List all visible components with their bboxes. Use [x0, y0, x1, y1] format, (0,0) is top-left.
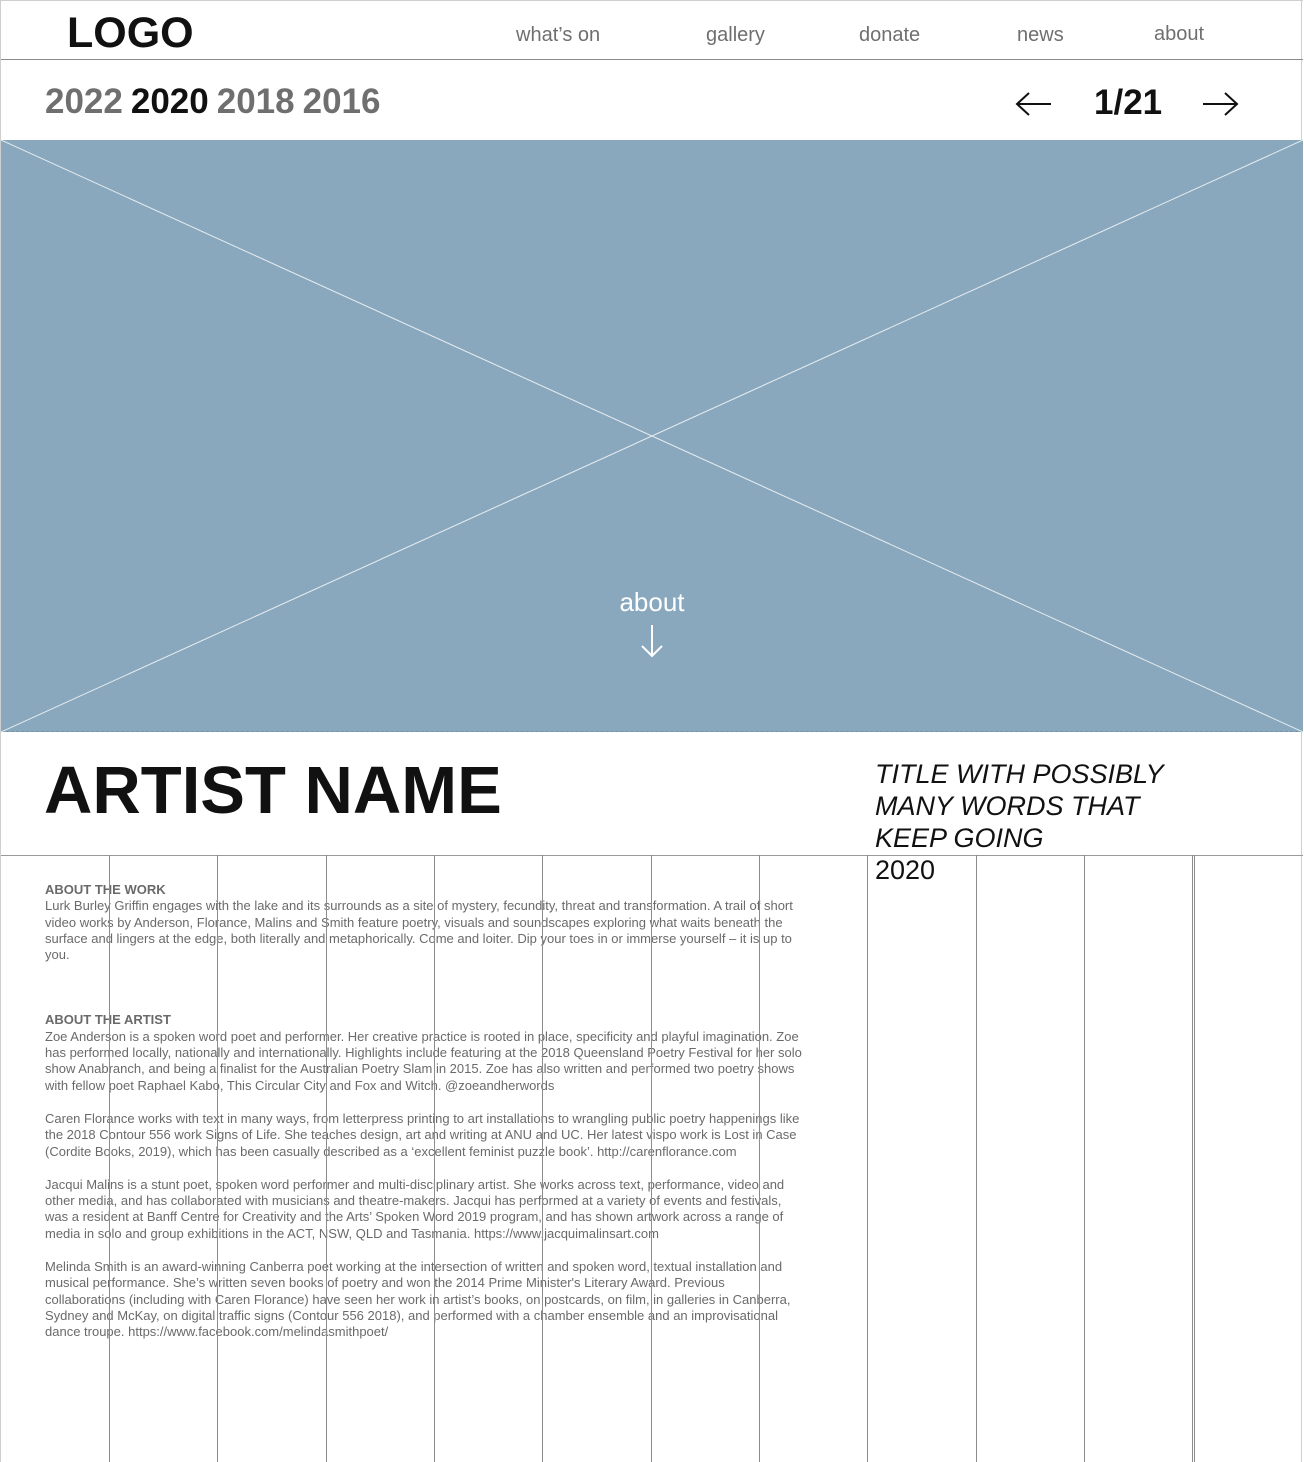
- about-work-text: Lurk Burley Griffin engages with the lak…: [45, 898, 793, 963]
- nav-item-about[interactable]: about: [1154, 23, 1204, 46]
- year-2022[interactable]: 2022: [45, 82, 123, 121]
- arrow-right-icon[interactable]: [1201, 90, 1239, 118]
- grid-column-line: [651, 855, 652, 1462]
- grid-column-line: [217, 855, 218, 1462]
- top-nav: LOGO what’s on gallery donate news about: [1, 0, 1303, 60]
- nav-item-donate[interactable]: donate: [859, 24, 920, 47]
- artist-bio-melinda-smith: Melinda Smith is an award-winning Canber…: [45, 1259, 791, 1340]
- logo[interactable]: LOGO: [67, 9, 194, 58]
- page-frame: LOGO what’s on gallery donate news about…: [0, 0, 1303, 1462]
- hero-image-placeholder: about: [1, 140, 1303, 732]
- year-2016[interactable]: 2016: [303, 82, 381, 121]
- artist-details: ABOUT THE WORK Lurk Burley Griffin engag…: [45, 882, 805, 1341]
- grid-column-line: [542, 855, 543, 1462]
- artist-bio-zoe-anderson: Zoe Anderson is a spoken word poet and p…: [45, 1028, 802, 1093]
- nav-item-news[interactable]: news: [1017, 24, 1064, 47]
- grid-column-line: [1192, 855, 1193, 1462]
- grid-column-line: [1194, 855, 1195, 1462]
- grid-column-line: [434, 855, 435, 1462]
- grid-column-line: [976, 855, 977, 1462]
- arrow-left-icon[interactable]: [1015, 90, 1053, 118]
- year-2018[interactable]: 2018: [217, 82, 295, 121]
- about-work-heading: ABOUT THE WORK: [45, 882, 166, 897]
- grid-column-line: [867, 855, 868, 1462]
- about-artist-heading: ABOUT THE ARTIST: [45, 1012, 171, 1028]
- nav-item-whats-on[interactable]: what’s on: [516, 24, 600, 47]
- section-divider: [1, 855, 1303, 856]
- artist-name: ARTIST NAME: [44, 753, 502, 828]
- work-title: TITLE WITH POSSIBLY MANY WORDS THAT KEEP…: [875, 759, 1164, 853]
- artist-bio-jacqui-malins: Jacqui Malins is a stunt poet, spoken wo…: [45, 1176, 785, 1241]
- grid-column-line: [326, 855, 327, 1462]
- year-selector: 2022 2020 2018 2016: [45, 82, 389, 122]
- pager-count: 1/21: [1094, 83, 1163, 122]
- grid-column-line: [759, 855, 760, 1462]
- nav-item-gallery[interactable]: gallery: [706, 24, 765, 47]
- year-2020-active[interactable]: 2020: [131, 82, 209, 121]
- about-scroll-link[interactable]: about: [1, 587, 1303, 618]
- grid-column-line: [109, 855, 110, 1462]
- arrow-down-icon[interactable]: [639, 623, 665, 659]
- artist-bio-caren-florance: Caren Florance works with text in many w…: [45, 1110, 800, 1159]
- work-year: 2020: [875, 855, 936, 885]
- grid-column-line: [1084, 855, 1085, 1462]
